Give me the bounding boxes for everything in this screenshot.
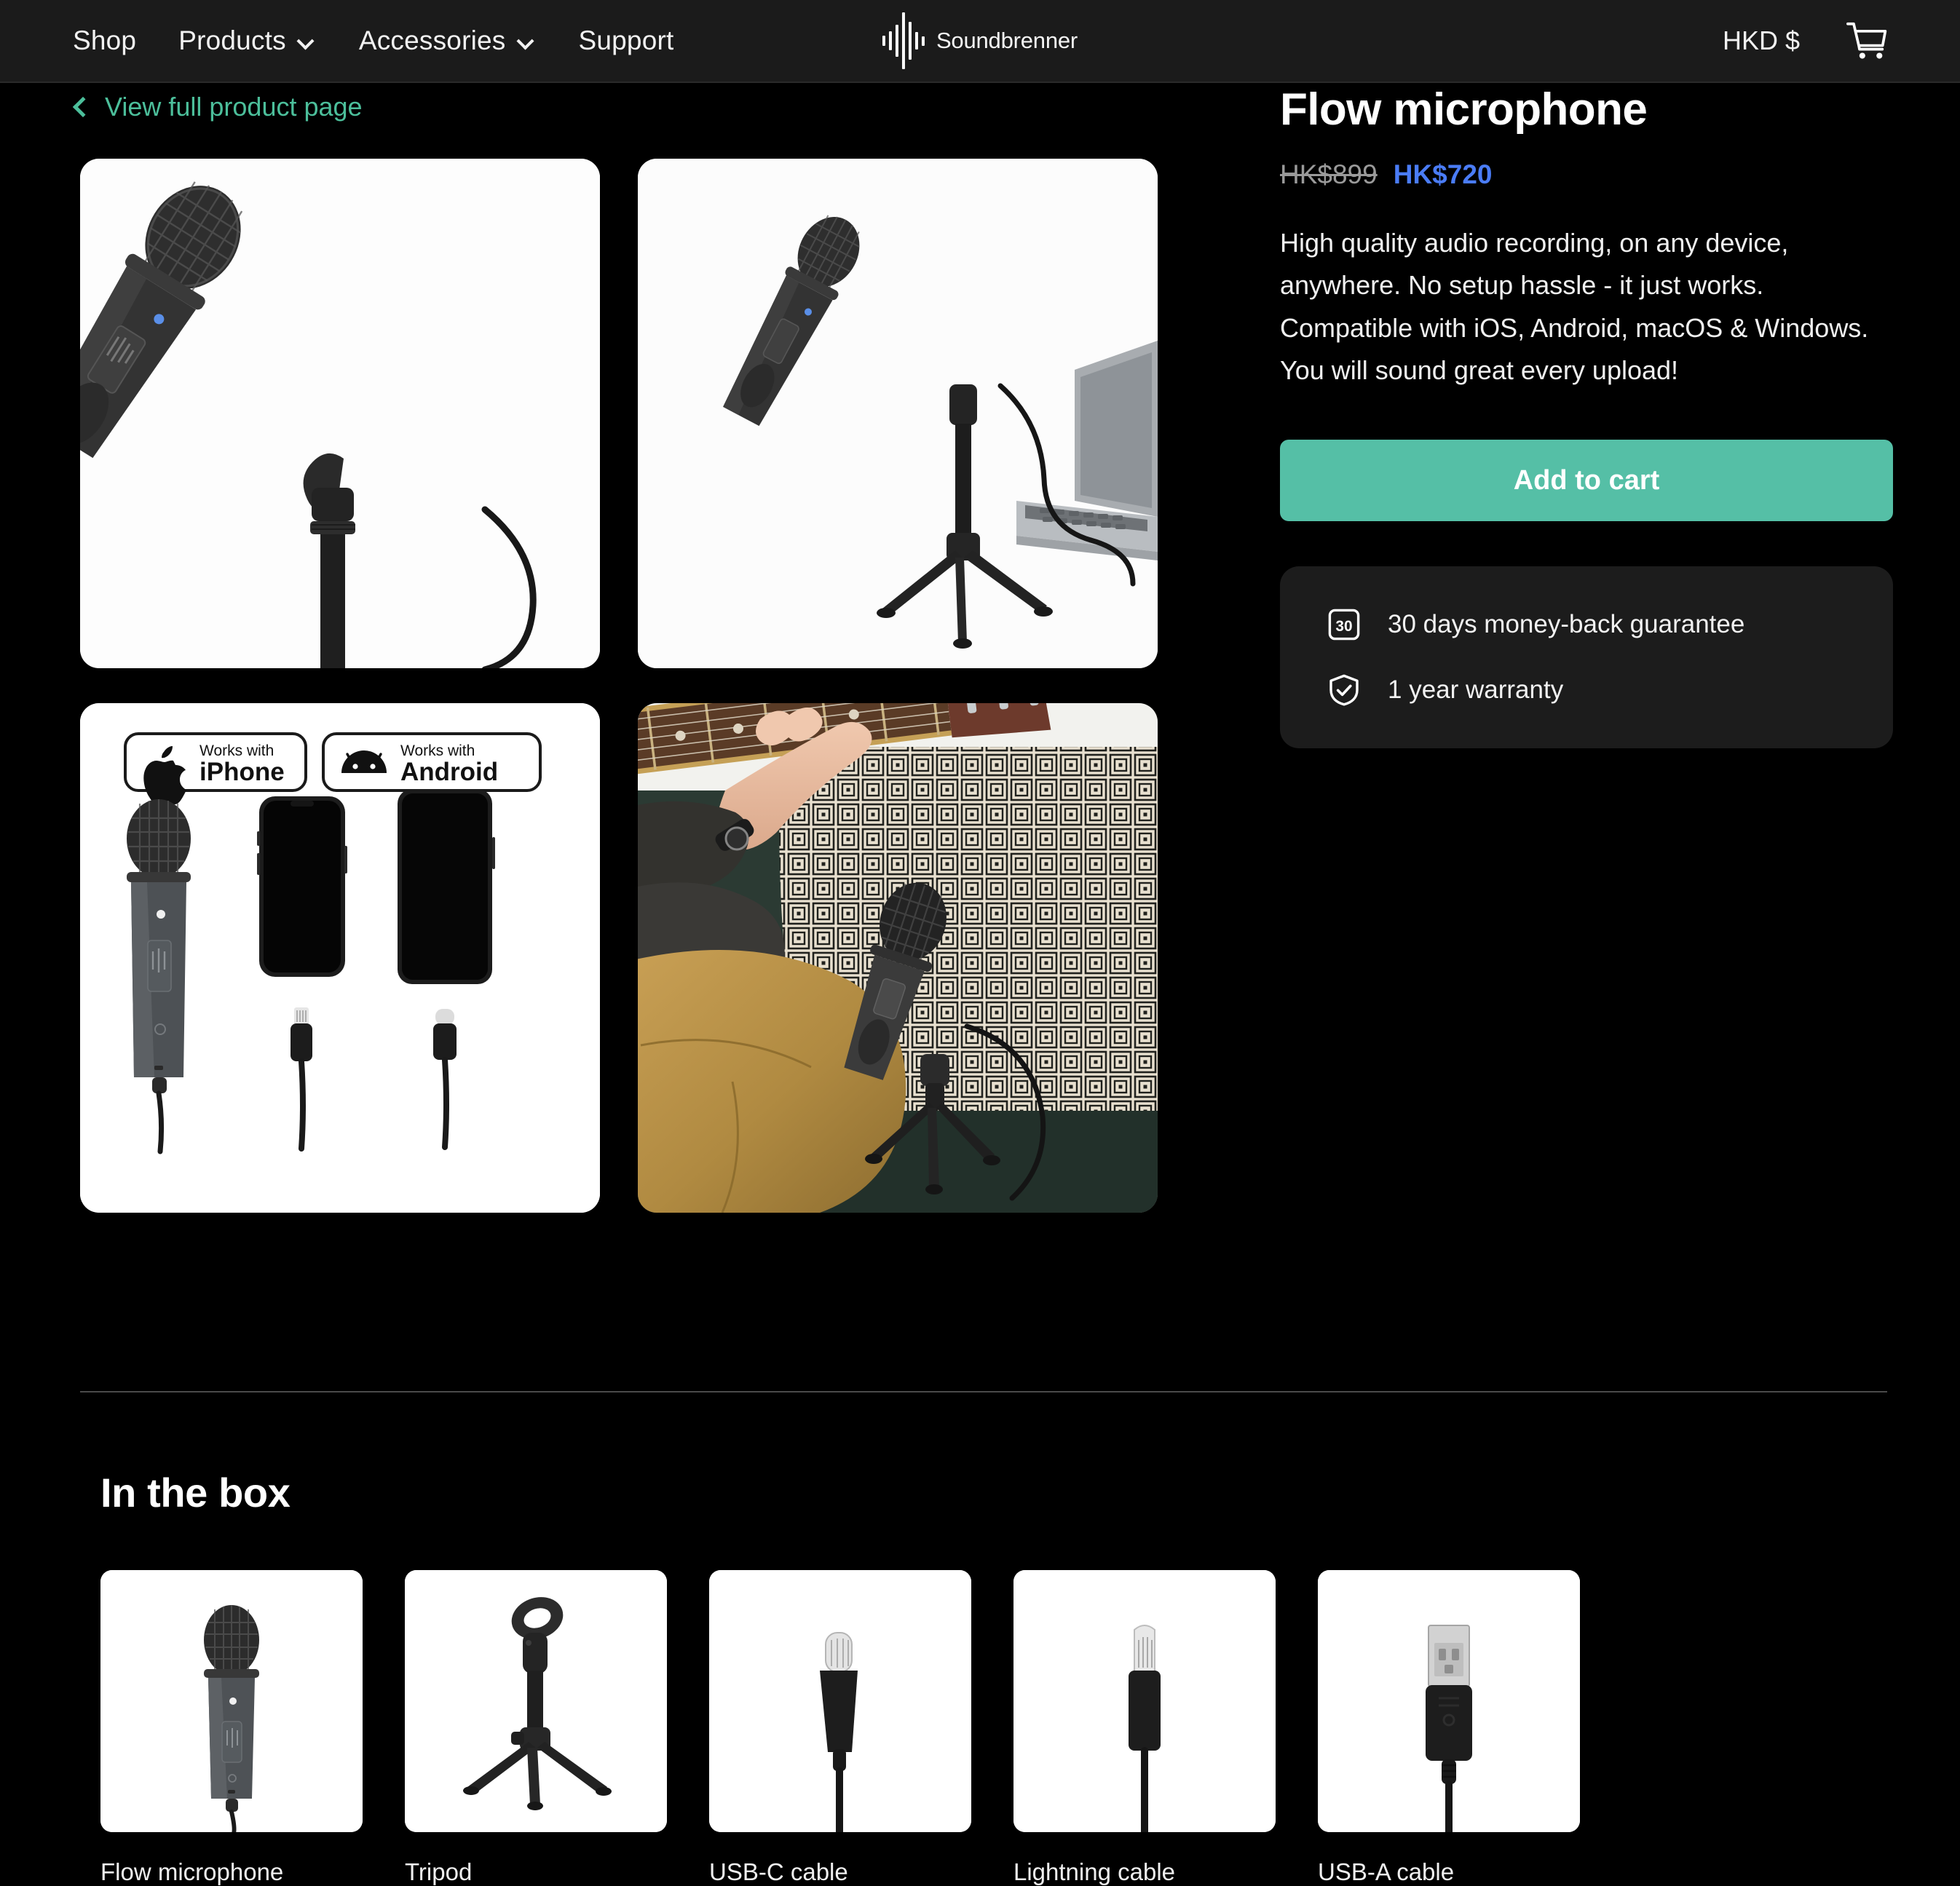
nav-item-label: Support bbox=[578, 25, 674, 55]
brand-name: Soundbrenner bbox=[936, 28, 1078, 53]
product-description: High quality audio recording, on any dev… bbox=[1280, 228, 1869, 386]
nav-right-group: HKD $ bbox=[1723, 18, 1890, 63]
usb-c-connector-icon bbox=[709, 1570, 971, 1832]
chevron-down-icon bbox=[518, 33, 537, 52]
in-the-box-heading: In the box bbox=[100, 1470, 291, 1515]
box-item-usb-c-cable: USB-C cable bbox=[709, 1570, 971, 1886]
guitarist-lifestyle-photo bbox=[638, 703, 1158, 1213]
box-item-flow-microphone: Flow microphone bbox=[100, 1570, 363, 1886]
nav-item-support[interactable]: Support bbox=[579, 25, 674, 56]
price-group: HK$899 HK$720 bbox=[1280, 159, 1893, 190]
box-item-label: USB-A cable bbox=[1318, 1858, 1455, 1885]
svg-text:Works with: Works with bbox=[400, 742, 475, 759]
gallery-row bbox=[80, 159, 1158, 668]
guarantee-label: 30 days money-back guarantee bbox=[1388, 610, 1745, 639]
soundbrenner-waveform-icon bbox=[882, 12, 925, 70]
box-item-label: Lightning cable bbox=[1013, 1858, 1176, 1885]
guarantee-item-warranty: 1 year warranty bbox=[1327, 673, 1846, 708]
gallery-image-4[interactable] bbox=[638, 703, 1158, 1213]
view-full-product-page-link[interactable]: View full product page bbox=[73, 92, 363, 122]
nav-item-label: Shop bbox=[73, 25, 137, 55]
guarantee-item-money-back: 30 30 days money-back guarantee bbox=[1327, 607, 1846, 642]
device-compatibility-illustration: Works with iPhone Works with Android bbox=[80, 703, 600, 1213]
microphone-on-stand-illustration bbox=[80, 159, 600, 668]
site-logo[interactable]: Soundbrenner bbox=[882, 12, 1078, 70]
gallery-image-3[interactable]: Works with iPhone Works with Android bbox=[80, 703, 600, 1213]
30-days-badge-icon: 30 bbox=[1328, 609, 1360, 641]
lightning-connector-icon bbox=[1013, 1570, 1276, 1832]
product-info-panel: Flow microphone HK$899 HK$720 High quali… bbox=[1280, 84, 1893, 749]
tripod-stand-icon bbox=[405, 1570, 667, 1832]
microphone-tripod-laptop-illustration bbox=[638, 159, 1158, 668]
shield-check-icon bbox=[1329, 675, 1359, 706]
gallery-image-1[interactable] bbox=[80, 159, 600, 668]
page-title: Flow microphone bbox=[1280, 84, 1648, 135]
box-item-label: USB-C cable bbox=[709, 1858, 848, 1885]
gallery-row: Works with iPhone Works with Android bbox=[80, 703, 1158, 1213]
top-navigation-bar: Shop Products Accessories Support Soundb… bbox=[0, 0, 1960, 83]
chevron-left-icon bbox=[73, 99, 89, 115]
box-item-tripod: Tripod bbox=[405, 1570, 667, 1886]
add-to-cart-button[interactable]: Add to cart bbox=[1280, 440, 1893, 522]
box-item-lightning-cable: Lightning cable bbox=[1013, 1570, 1276, 1886]
guarantee-box: 30 30 days money-back guarantee 1 year w… bbox=[1280, 566, 1893, 749]
microphone-icon bbox=[100, 1570, 363, 1832]
nav-links: Shop Products Accessories Support bbox=[73, 25, 674, 56]
nav-item-products[interactable]: Products bbox=[178, 25, 317, 56]
guarantee-label: 1 year warranty bbox=[1388, 675, 1564, 705]
svg-text:Android: Android bbox=[400, 758, 498, 786]
box-thumbnail[interactable] bbox=[1013, 1570, 1276, 1832]
box-thumbnail[interactable] bbox=[1318, 1570, 1580, 1832]
sale-price: HK$720 bbox=[1393, 159, 1493, 190]
svg-text:iPhone: iPhone bbox=[199, 758, 285, 786]
svg-text:Works with: Works with bbox=[199, 742, 274, 759]
in-the-box-section: In the box Flow microphone Tripod USB-C … bbox=[100, 1469, 1862, 1886]
box-thumbnail[interactable] bbox=[405, 1570, 667, 1832]
box-item-label: Flow microphone bbox=[100, 1858, 284, 1885]
nav-item-shop[interactable]: Shop bbox=[73, 25, 136, 56]
box-item-label: Tripod bbox=[405, 1858, 473, 1885]
gallery-image-2[interactable] bbox=[638, 159, 1158, 668]
box-item-usb-a-cable: USB-A cable bbox=[1318, 1570, 1580, 1886]
product-image-gallery: Works with iPhone Works with Android bbox=[80, 159, 1158, 1248]
shopping-cart-icon[interactable] bbox=[1845, 18, 1890, 63]
chevron-down-icon bbox=[298, 33, 317, 52]
svg-text:30: 30 bbox=[1335, 618, 1352, 635]
nav-item-accessories[interactable]: Accessories bbox=[359, 25, 537, 56]
usb-a-connector-icon bbox=[1318, 1570, 1580, 1832]
box-thumbnail[interactable] bbox=[100, 1570, 363, 1832]
currency-selector[interactable]: HKD $ bbox=[1723, 25, 1800, 56]
section-divider bbox=[80, 1391, 1887, 1392]
nav-item-label: Products bbox=[178, 25, 286, 55]
original-price: HK$899 bbox=[1280, 159, 1378, 190]
back-link-label: View full product page bbox=[105, 92, 363, 122]
nav-item-label: Accessories bbox=[358, 25, 506, 55]
box-thumbnail[interactable] bbox=[709, 1570, 971, 1832]
in-the-box-list: Flow microphone Tripod USB-C cable Light… bbox=[100, 1570, 1862, 1886]
